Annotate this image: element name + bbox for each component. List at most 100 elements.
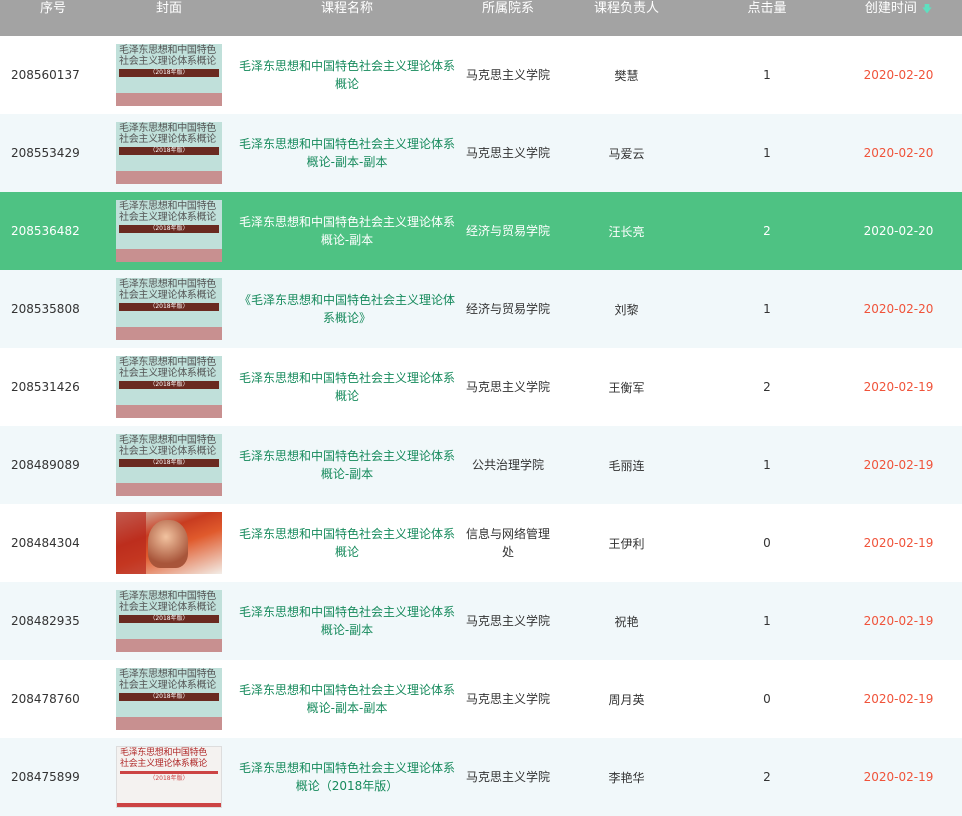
cell-clicks: 2 <box>763 770 771 784</box>
cell-clicks: 1 <box>763 302 771 316</box>
cover-image[interactable]: 毛泽东思想和中国特色 社会主义理论体系概论 （2018年版） <box>116 44 222 106</box>
course-title-link[interactable]: 毛泽东思想和中国特色社会主义理论体系概论-副本 <box>232 447 462 483</box>
header-dept[interactable]: 所属院系 <box>462 0 554 17</box>
cell-created: 2020-02-19 <box>863 536 934 550</box>
cover-text-line2: 社会主义理论体系概论 <box>119 134 216 145</box>
cell-created: 2020-02-19 <box>863 380 934 394</box>
table-row[interactable]: 208536482 毛泽东思想和中国特色 社会主义理论体系概论 （2018年版） 毛泽东… <box>0 192 962 270</box>
course-title-link[interactable]: 毛泽东思想和中国特色社会主义理论体系概论 <box>232 369 462 405</box>
cover-image[interactable]: 毛泽东思想和中国特色 社会主义理论体系概论 （2018年版） <box>116 434 222 496</box>
cover-bottom <box>116 327 222 340</box>
cover-bottom <box>116 483 222 496</box>
cover-image[interactable]: 毛泽东思想和中国特色 社会主义理论体系概论 （2018年版） <box>116 668 222 730</box>
cover-band <box>120 771 218 774</box>
cover-text-line1: 毛泽东思想和中国特色 <box>119 357 216 368</box>
cell-created: 2020-02-19 <box>863 614 934 628</box>
header-title[interactable]: 课程名称 <box>232 0 462 17</box>
cell-cover: 毛泽东思想和中国特色 社会主义理论体系概论 （2018年版） <box>106 356 232 418</box>
arrow-down-icon[interactable]: 🡇 <box>922 4 932 15</box>
cell-dept: 马克思主义学院 <box>465 692 550 706</box>
cover-text-line2: 社会主义理论体系概论 <box>119 212 216 223</box>
cover-text-line2: 社会主义理论体系概论 <box>119 602 216 613</box>
course-title-link[interactable]: 《毛泽东思想和中国特色社会主义理论体系概论》 <box>232 291 462 327</box>
cell-created: 2020-02-19 <box>863 692 934 706</box>
cell-clicks: 1 <box>763 68 771 82</box>
cover-image[interactable] <box>116 512 222 574</box>
cover-image[interactable]: 毛泽东思想和中国特色 社会主义理论体系概论 （2018年版） <box>116 278 222 340</box>
cover-edition: （2018年版） <box>149 69 189 76</box>
header-owner[interactable]: 课程负责人 <box>554 0 699 17</box>
table-row[interactable]: 208475899 毛泽东思想和中国特色 社会主义理论体系概论 （2018年版） 毛泽东… <box>0 738 962 816</box>
table-row[interactable]: 208535808 毛泽东思想和中国特色 社会主义理论体系概论 （2018年版） 《毛泽… <box>0 270 962 348</box>
cell-cover <box>106 512 232 574</box>
cover-edition: （2018年版） <box>149 615 189 622</box>
cell-owner: 周月英 <box>608 692 645 707</box>
header-id[interactable]: 序号 <box>0 0 106 17</box>
table-row[interactable]: 208482935 毛泽东思想和中国特色 社会主义理论体系概论 （2018年版） 毛泽东… <box>0 582 962 660</box>
table-row[interactable]: 208531426 毛泽东思想和中国特色 社会主义理论体系概论 （2018年版） 毛泽东… <box>0 348 962 426</box>
cell-dept: 马克思主义学院 <box>465 68 550 82</box>
header-created[interactable]: 创建时间 🡇 <box>835 0 962 18</box>
cell-created: 2020-02-20 <box>863 68 934 82</box>
cover-text-line2: 社会主义理论体系概论 <box>120 759 208 769</box>
cell-dept: 马克思主义学院 <box>465 380 550 394</box>
cover-text-line2: 社会主义理论体系概论 <box>119 290 216 301</box>
cell-clicks: 1 <box>763 458 771 472</box>
table-row[interactable]: 208560137 毛泽东思想和中国特色 社会主义理论体系概论 （2018年版） 毛泽东… <box>0 36 962 114</box>
cell-dept: 马克思主义学院 <box>465 146 550 160</box>
cell-owner: 祝艳 <box>614 614 639 629</box>
cover-text-line1: 毛泽东思想和中国特色 <box>119 669 216 680</box>
cell-clicks: 0 <box>763 692 771 706</box>
course-title-link[interactable]: 毛泽东思想和中国特色社会主义理论体系概论-副本 <box>232 213 462 249</box>
cell-id: 208484304 <box>11 536 80 550</box>
cell-cover: 毛泽东思想和中国特色 社会主义理论体系概论 （2018年版） <box>106 746 232 808</box>
cover-bottom <box>116 639 222 652</box>
cover-edition: （2018年版） <box>149 775 189 782</box>
cover-text-line2: 社会主义理论体系概论 <box>119 446 216 457</box>
cover-edition: （2018年版） <box>149 303 189 310</box>
table-header: 序号 封面 课程名称 所属院系 课程负责人 点击量 创建时间 🡇 <box>0 0 962 36</box>
course-title-link[interactable]: 毛泽东思想和中国特色社会主义理论体系概论 <box>232 525 462 561</box>
course-title-link[interactable]: 毛泽东思想和中国特色社会主义理论体系概论-副本-副本 <box>232 681 462 717</box>
course-title-link[interactable]: 毛泽东思想和中国特色社会主义理论体系概论 <box>232 57 462 93</box>
header-created-label: 创建时间 <box>864 1 917 16</box>
table-body: 208560137 毛泽东思想和中国特色 社会主义理论体系概论 （2018年版） 毛泽东… <box>0 36 962 816</box>
course-title-link[interactable]: 毛泽东思想和中国特色社会主义理论体系概论-副本-副本 <box>232 135 462 171</box>
cell-clicks: 1 <box>763 614 771 628</box>
header-clicks[interactable]: 点击量 <box>699 0 835 17</box>
cover-bottom <box>116 93 222 106</box>
cell-cover: 毛泽东思想和中国特色 社会主义理论体系概论 （2018年版） <box>106 44 232 106</box>
cell-dept: 马克思主义学院 <box>465 614 550 628</box>
cell-cover: 毛泽东思想和中国特色 社会主义理论体系概论 （2018年版） <box>106 434 232 496</box>
cell-created: 2020-02-20 <box>863 146 934 160</box>
cell-created: 2020-02-19 <box>863 458 934 472</box>
header-cover: 封面 <box>155 1 182 16</box>
cell-id: 208535808 <box>11 302 80 316</box>
cover-text-line1: 毛泽东思想和中国特色 <box>120 748 208 758</box>
cell-cover: 毛泽东思想和中国特色 社会主义理论体系概论 （2018年版） <box>106 668 232 730</box>
table-row[interactable]: 208478760 毛泽东思想和中国特色 社会主义理论体系概论 （2018年版） 毛泽东… <box>0 660 962 738</box>
cell-owner: 王衡军 <box>608 380 645 395</box>
cover-bottom <box>117 803 221 807</box>
cover-text-line1: 毛泽东思想和中国特色 <box>119 123 216 134</box>
cell-created: 2020-02-20 <box>863 224 934 238</box>
cover-image[interactable]: 毛泽东思想和中国特色 社会主义理论体系概论 （2018年版） <box>116 122 222 184</box>
cell-clicks: 1 <box>763 146 771 160</box>
course-title-link[interactable]: 毛泽东思想和中国特色社会主义理论体系概论（2018年版） <box>232 759 462 795</box>
course-table: 序号 封面 课程名称 所属院系 课程负责人 点击量 创建时间 🡇 20856013… <box>0 0 962 816</box>
cover-edition: （2018年版） <box>149 693 189 700</box>
cover-edition: （2018年版） <box>149 225 189 232</box>
course-title-link[interactable]: 毛泽东思想和中国特色社会主义理论体系概论-副本 <box>232 603 462 639</box>
table-row[interactable]: 208489089 毛泽东思想和中国特色 社会主义理论体系概论 （2018年版） 毛泽东… <box>0 426 962 504</box>
cover-image[interactable]: 毛泽东思想和中国特色 社会主义理论体系概论 （2018年版） <box>116 200 222 262</box>
cell-id: 208475899 <box>11 770 80 784</box>
cover-text-line2: 社会主义理论体系概论 <box>119 56 216 67</box>
table-row[interactable]: 208553429 毛泽东思想和中国特色 社会主义理论体系概论 （2018年版） 毛泽东… <box>0 114 962 192</box>
cell-cover: 毛泽东思想和中国特色 社会主义理论体系概论 （2018年版） <box>106 590 232 652</box>
cover-image[interactable]: 毛泽东思想和中国特色 社会主义理论体系概论 （2018年版） <box>116 590 222 652</box>
cover-image[interactable]: 毛泽东思想和中国特色 社会主义理论体系概论 （2018年版） <box>116 356 222 418</box>
cell-owner: 毛丽连 <box>608 458 645 473</box>
cell-dept: 信息与网络管理处 <box>465 527 550 559</box>
table-row[interactable]: 208484304 毛泽东思想和中国特色社会主义理论体系概论 信息与网络管理处 王伊利… <box>0 504 962 582</box>
cover-image[interactable]: 毛泽东思想和中国特色 社会主义理论体系概论 （2018年版） <box>116 746 222 808</box>
